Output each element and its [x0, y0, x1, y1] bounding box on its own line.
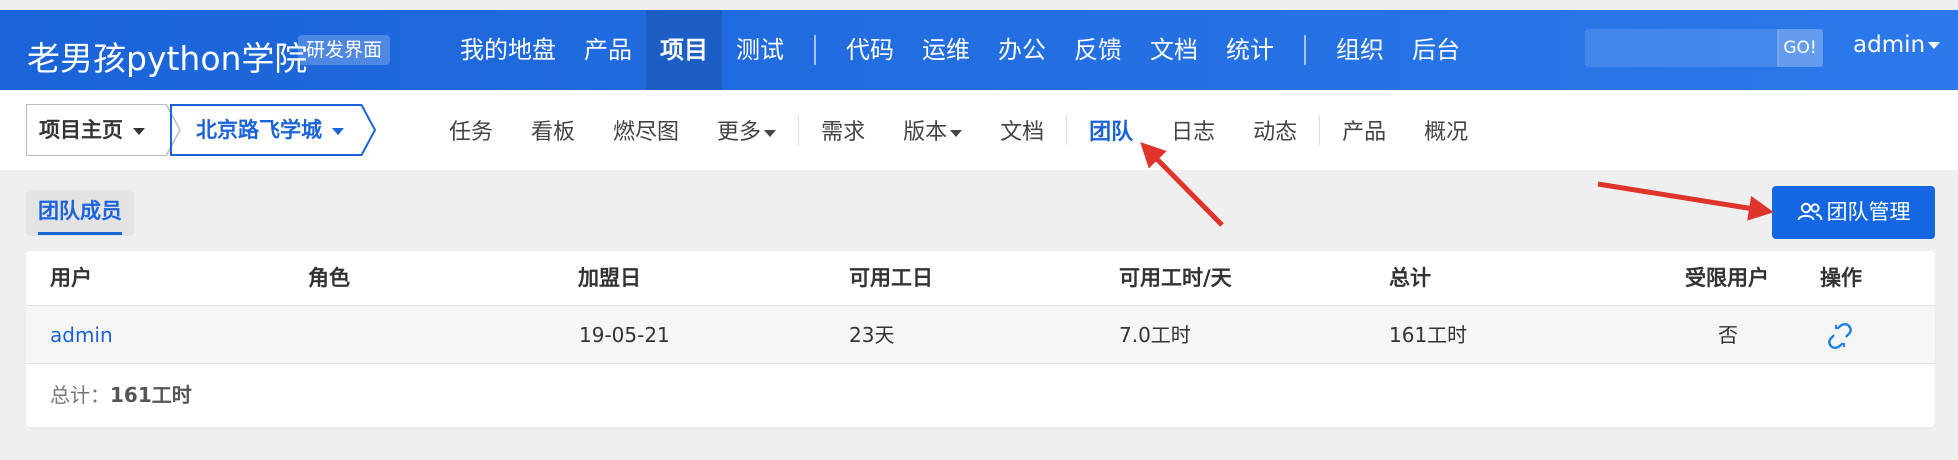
subnav-item-more[interactable]: 更多: [698, 114, 795, 146]
table-footer: 总计：161工时: [50, 379, 192, 408]
subnav-item-kanban[interactable]: 看板: [512, 114, 594, 146]
breadcrumb-project-label: 北京路飞学城: [196, 118, 322, 142]
team-members-table: 用户 角色 加盟日 可用工日 可用工时/天 总计 受限用户 操作 admin 1…: [26, 251, 1935, 427]
breadcrumb-home-label: 项目主页: [39, 118, 123, 142]
subnav-item-doc[interactable]: 文档: [981, 114, 1063, 146]
footer-total-value: 161工时: [110, 383, 192, 407]
cell-total: 161工时: [1389, 323, 1468, 347]
subnav-item-more-label: 更多: [717, 120, 762, 145]
team-manage-button[interactable]: 团队管理: [1772, 186, 1935, 239]
subnav-item-task[interactable]: 任务: [430, 114, 512, 146]
subnav-item-build-label: 版本: [903, 120, 948, 145]
nav-item-stats[interactable]: 统计: [1212, 10, 1288, 90]
user-menu[interactable]: admin: [1853, 32, 1941, 58]
column-header-days[interactable]: 可用工日: [849, 251, 933, 306]
chevron-down-icon: [1928, 42, 1941, 49]
annotation-arrow: [1597, 181, 1774, 221]
nav-item-test[interactable]: 测试: [722, 10, 798, 90]
chevron-down-icon: [764, 129, 777, 137]
column-header-actions: 操作: [1820, 266, 1862, 290]
breadcrumb-home[interactable]: 项目主页: [26, 104, 167, 156]
nav-item-ops[interactable]: 运维: [908, 10, 984, 90]
tab-team-members-label: 团队成员: [38, 190, 122, 235]
nav-item-doc[interactable]: 文档: [1136, 10, 1212, 90]
subnav-item-effort[interactable]: 日志: [1152, 114, 1234, 146]
subnav-item-story[interactable]: 需求: [802, 114, 884, 146]
subnav-items: 任务 看板 燃尽图 更多 需求 版本 文档 团队 日志 动态 产品 概况: [430, 90, 1487, 170]
search-input[interactable]: [1585, 29, 1779, 67]
nav-item-my[interactable]: 我的地盘: [446, 10, 570, 90]
cell-days: 23天: [849, 323, 895, 347]
column-header-role[interactable]: 角色: [308, 251, 350, 306]
subnav-item-team[interactable]: 团队: [1070, 114, 1152, 146]
nav-item-project[interactable]: 项目: [646, 10, 722, 90]
subnav-item-dynamic[interactable]: 动态: [1234, 114, 1316, 146]
table-header: 用户 角色 加盟日 可用工日 可用工时/天 总计 受限用户 操作: [26, 251, 1935, 306]
nav-item-org[interactable]: 组织: [1322, 10, 1398, 90]
cell-user[interactable]: admin: [50, 306, 113, 364]
breadcrumb-project[interactable]: 北京路飞学城: [170, 104, 362, 156]
top-navbar: 老男孩python学院 研发界面 我的地盘 产品 项目 测试 代码 运维 办公 …: [0, 10, 1958, 90]
brand-tag[interactable]: 研发界面: [298, 35, 391, 65]
nav-item-admin[interactable]: 后台: [1398, 10, 1474, 90]
nav-item-feedback[interactable]: 反馈: [1060, 10, 1136, 90]
nav-divider: [814, 35, 816, 65]
subnav-item-build[interactable]: 版本: [884, 114, 981, 146]
column-header-restricted: 受限用户: [1685, 266, 1769, 290]
breadcrumb-separator: [360, 104, 377, 156]
search-go-button[interactable]: GO!: [1777, 29, 1823, 67]
nav-item-office[interactable]: 办公: [984, 10, 1060, 90]
nav-item-product[interactable]: 产品: [570, 10, 646, 90]
project-subnav: 项目主页 北京路飞学城 任务 看板 燃尽图 更多 需求 版本 文档 团队 日志 …: [0, 90, 1958, 170]
table-row: admin 19-05-21 23天 7.0工时 161工时 否: [26, 306, 1935, 364]
cell-hours-per-day: 7.0工时: [1119, 323, 1191, 347]
user-name: admin: [1853, 32, 1926, 58]
team-manage-button-label: 团队管理: [1826, 200, 1911, 224]
column-header-user[interactable]: 用户: [50, 251, 92, 306]
subnav-item-burndown[interactable]: 燃尽图: [594, 114, 698, 146]
chevron-down-icon: [133, 127, 146, 135]
column-header-total[interactable]: 总计: [1389, 251, 1431, 306]
subnav-divider: [798, 115, 800, 145]
column-header-join-date[interactable]: 加盟日: [578, 251, 641, 306]
main-nav: 我的地盘 产品 项目 测试 代码 运维 办公 反馈 文档 统计 组织 后台: [446, 10, 1474, 90]
brand-title[interactable]: 老男孩python学院: [27, 32, 307, 80]
chevron-down-icon: [332, 127, 345, 135]
subnav-item-product[interactable]: 产品: [1323, 114, 1405, 146]
chevron-down-icon: [950, 129, 963, 137]
column-header-hours-per-day[interactable]: 可用工时/天: [1119, 251, 1232, 306]
subnav-divider: [1066, 115, 1068, 145]
nav-divider: [1304, 35, 1306, 65]
tab-team-members[interactable]: 团队成员: [26, 190, 134, 236]
cell-restricted: 否: [1718, 323, 1738, 347]
cell-join-date: 19-05-21: [579, 323, 670, 347]
search-box: [1585, 29, 1779, 67]
nav-item-code[interactable]: 代码: [832, 10, 908, 90]
users-icon: [1797, 202, 1822, 221]
unlink-icon[interactable]: [1826, 322, 1854, 350]
subnav-item-view[interactable]: 概况: [1405, 114, 1487, 146]
subnav-divider: [1319, 115, 1321, 145]
footer-total-label: 总计：: [50, 383, 110, 407]
